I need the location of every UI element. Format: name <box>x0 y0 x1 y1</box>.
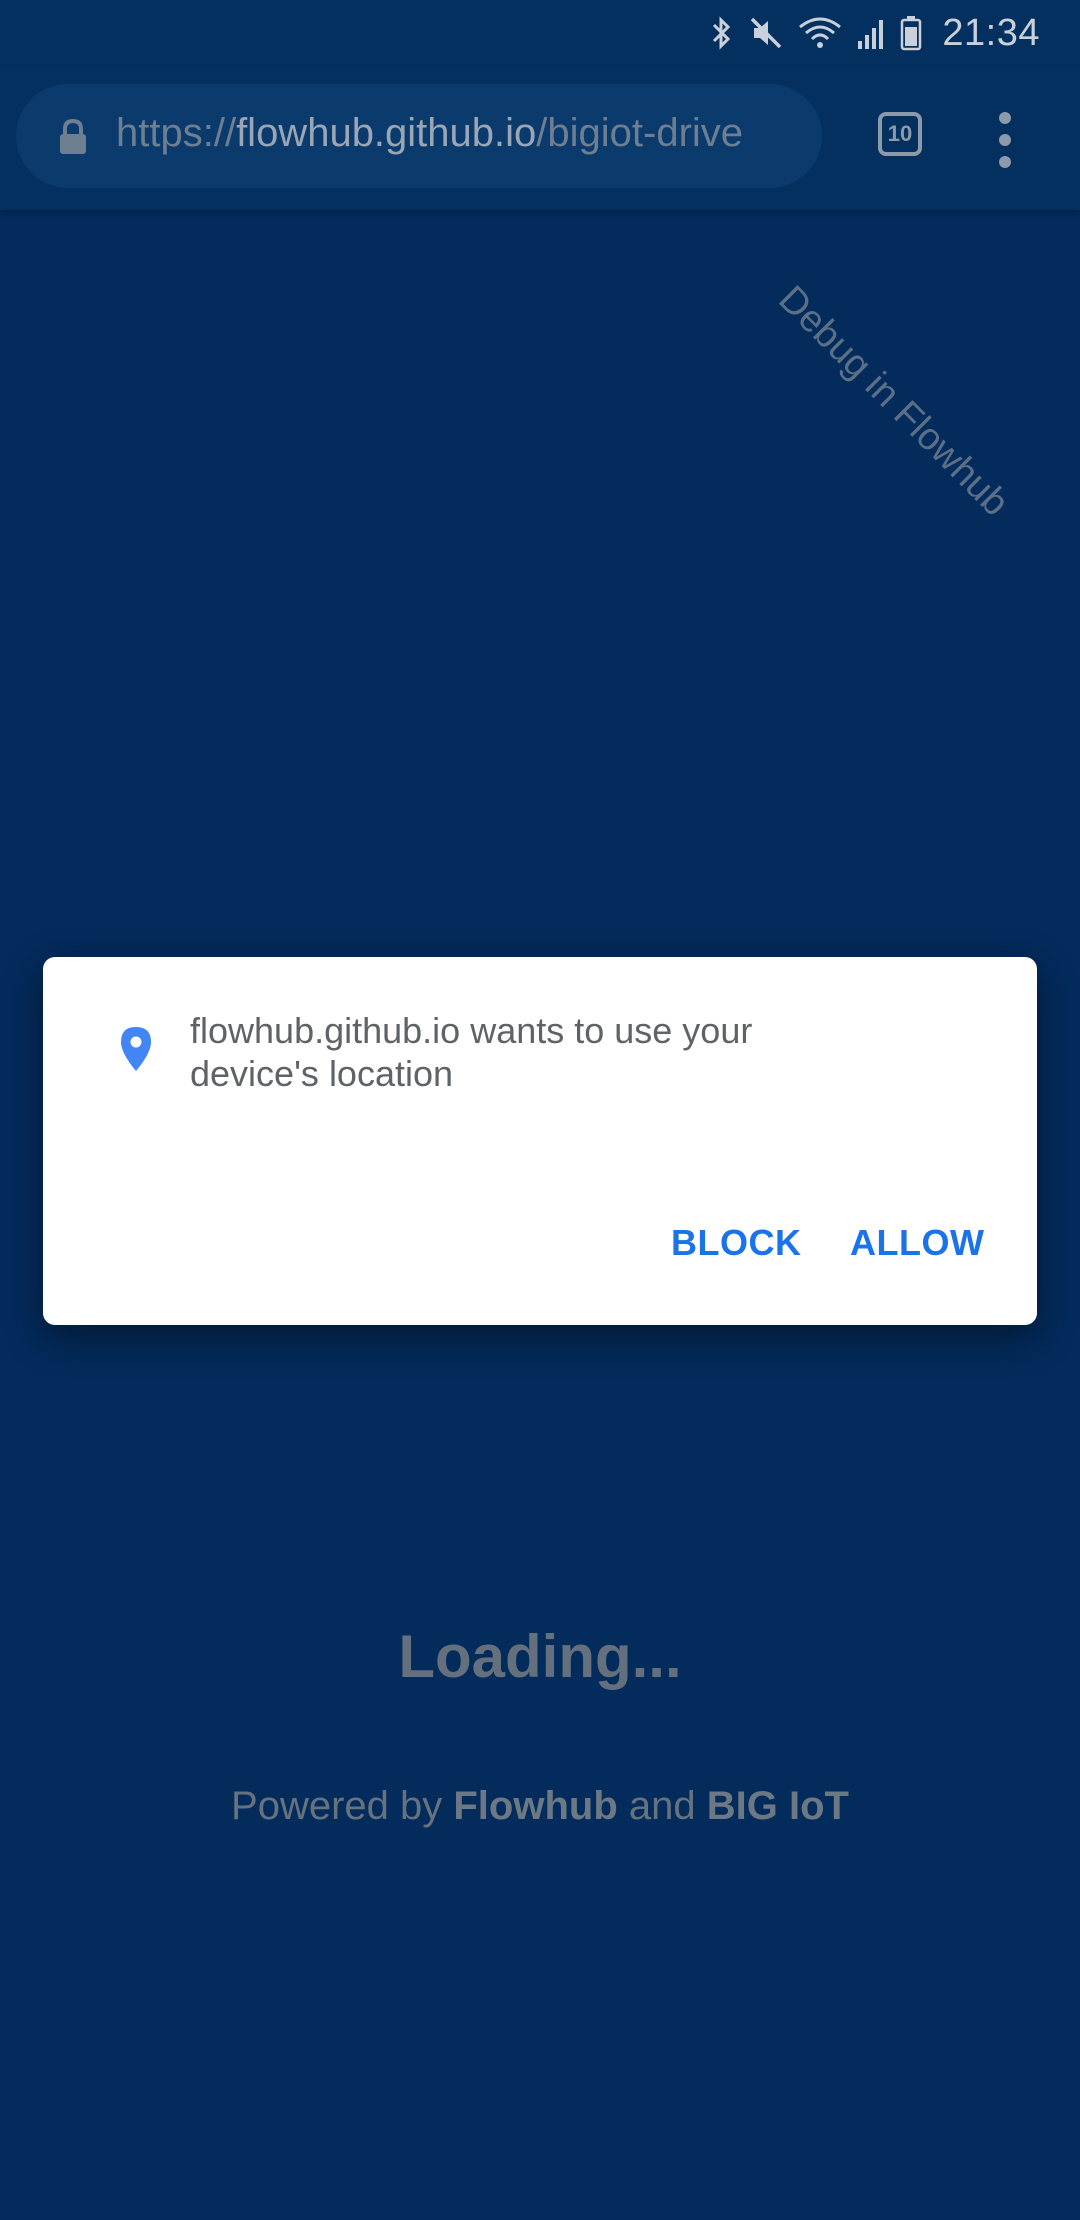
url-path: /bigiot-drive <box>536 111 744 155</box>
status-bar: 21:34 <box>0 0 1080 66</box>
tab-count: 10 <box>887 121 913 146</box>
powered-and: and <box>617 1784 707 1828</box>
flowhub-link[interactable]: Flowhub <box>453 1784 617 1828</box>
browser-toolbar: https://flowhub.github.io/bigiot-drive 1… <box>0 66 1080 210</box>
powered-prefix: Powered by <box>231 1784 454 1828</box>
mute-icon <box>751 17 782 49</box>
battery-icon <box>901 16 922 51</box>
url-text: https://flowhub.github.io/bigiot-drive <box>116 111 816 156</box>
block-button[interactable]: BLOCK <box>671 1222 802 1264</box>
bluetooth-icon <box>713 16 731 50</box>
bigiot-link[interactable]: BIG IoT <box>707 1784 849 1828</box>
loading-text: Loading... <box>398 1623 682 1690</box>
location-permission-dialog: flowhub.github.io wants to use your devi… <box>43 957 1037 1325</box>
wifi-icon <box>799 17 842 48</box>
lock-icon <box>60 118 86 154</box>
url-host: flowhub.github.io <box>236 111 537 155</box>
overflow-menu-button[interactable] <box>990 112 1020 168</box>
menu-dot <box>999 156 1011 168</box>
url-bar[interactable]: https://flowhub.github.io/bigiot-drive <box>16 84 822 188</box>
location-pin-icon <box>121 1027 151 1071</box>
powered-by-text: Powered by Flowhub and BIG IoT <box>0 1784 1080 1829</box>
signal-icon <box>858 20 884 49</box>
tab-switcher-button[interactable]: 10 <box>878 112 922 156</box>
dialog-message: flowhub.github.io wants to use your devi… <box>190 1010 753 1094</box>
status-time: 21:34 <box>942 11 1040 54</box>
status-icons: 21:34 <box>710 10 1040 56</box>
url-scheme: https:// <box>116 111 237 155</box>
menu-dot <box>999 134 1011 146</box>
allow-button[interactable]: ALLOW <box>850 1222 984 1264</box>
menu-dot <box>999 112 1011 124</box>
debug-in-flowhub-link[interactable]: Debug in Flowhub <box>770 278 1016 525</box>
